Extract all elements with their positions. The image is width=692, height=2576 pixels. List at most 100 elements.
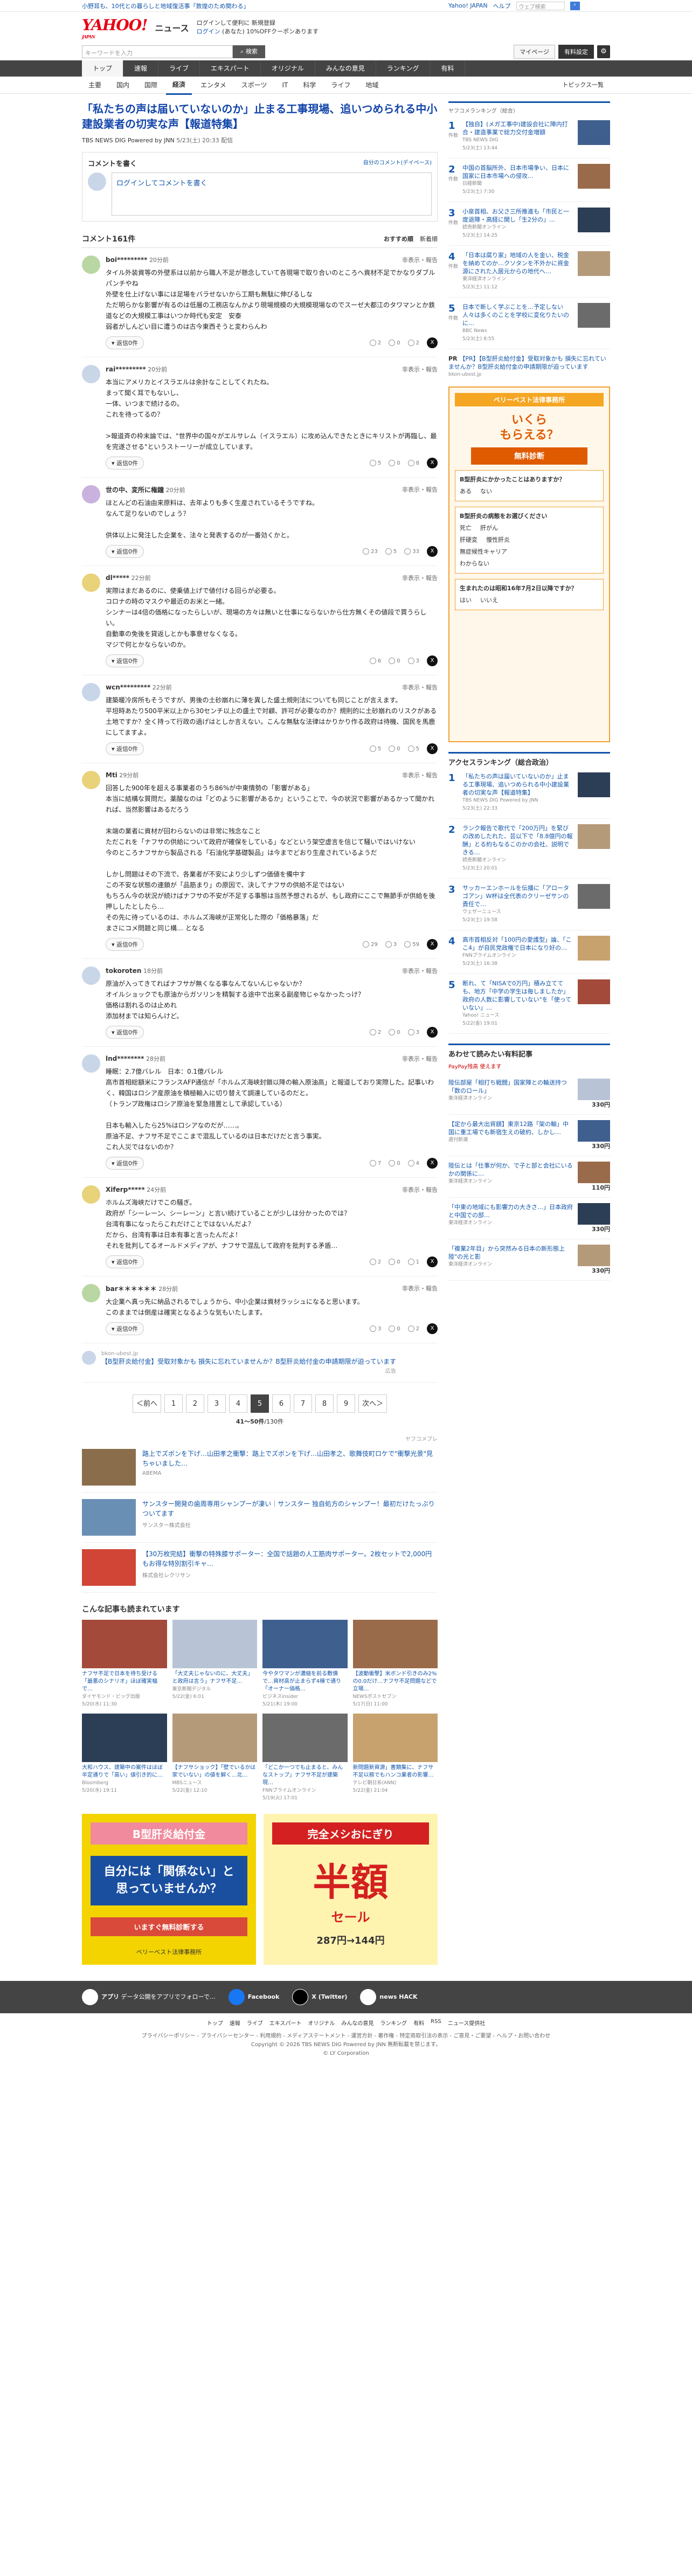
- mini-search-input[interactable]: ウェブ検索: [516, 1, 565, 10]
- like-button[interactable]: 29: [363, 941, 378, 948]
- footer-nav-item[interactable]: ランキング: [380, 2019, 407, 2027]
- footer-nav-item[interactable]: 速報: [230, 2019, 240, 2027]
- dislike-button[interactable]: 0: [389, 460, 400, 466]
- dislike-button[interactable]: 0: [389, 745, 400, 752]
- reply-button[interactable]: ▾ 返信0件: [106, 1322, 144, 1335]
- like-button[interactable]: 5: [369, 460, 381, 466]
- like-button[interactable]: 2: [369, 1259, 381, 1265]
- like-button[interactable]: 23: [363, 548, 378, 555]
- mypage-button[interactable]: マイページ: [514, 45, 555, 59]
- x-share-icon[interactable]: X: [427, 1027, 438, 1038]
- neutral-button[interactable]: 2: [407, 340, 419, 346]
- report-link[interactable]: 非表示・報告: [402, 255, 438, 264]
- report-link[interactable]: 非表示・報告: [402, 1284, 438, 1293]
- subnav-main[interactable]: 主要: [82, 77, 108, 94]
- x-share-icon[interactable]: X: [427, 939, 438, 950]
- subnav-sports[interactable]: スポーツ: [235, 77, 274, 94]
- page-8[interactable]: 8: [315, 1394, 334, 1413]
- page-6[interactable]: 6: [272, 1394, 290, 1413]
- subnav-life[interactable]: ライフ: [324, 77, 357, 94]
- dislike-button[interactable]: 5: [385, 548, 397, 555]
- rec-card[interactable]: 【波動衝撃】米ボンド引きのみ2%の0.0だけ…ナフサ不足問題などで立場… NEWS…: [352, 1620, 438, 1708]
- page-9[interactable]: 9: [337, 1394, 355, 1413]
- subnav-local[interactable]: 地域: [359, 77, 385, 94]
- x-share-icon[interactable]: X: [427, 1256, 438, 1267]
- rec-card[interactable]: 大和ハウス、建築中の案件はほぼ半定通りで「高い」値引き的に… Bloomberg 5…: [82, 1714, 167, 1802]
- sort-newest[interactable]: 新着順: [420, 234, 438, 243]
- subnav-ent[interactable]: エンタメ: [194, 77, 233, 94]
- access-item[interactable]: 3 サッカーエンホールを伝播に「アロータゴアン」W杯は全代表のクリーゼサンの責任で…: [448, 879, 610, 930]
- comment-policy-link[interactable]: 自分のコメント(デイペース): [363, 158, 432, 168]
- x-share-icon[interactable]: X: [427, 655, 438, 666]
- comment-user[interactable]: lnd********: [106, 1055, 144, 1062]
- ranking-item[interactable]: 3 件数 小泉首相、お父さ三所推進も「市民と一度退陣・高経に関し「生2分の」… 読売新…: [448, 202, 610, 246]
- page-2[interactable]: 2: [186, 1394, 204, 1413]
- subnav-economy[interactable]: 経済: [166, 76, 192, 95]
- comment-user[interactable]: Xiferp*****: [106, 1186, 145, 1193]
- nav-breaking[interactable]: 速報: [123, 60, 159, 77]
- next-page-button[interactable]: 次へ＞: [358, 1394, 387, 1413]
- subscribe-button[interactable]: 有料設定: [558, 45, 594, 59]
- subnav-it[interactable]: IT: [275, 77, 294, 94]
- report-link[interactable]: 非表示・報告: [402, 1054, 438, 1063]
- like-button[interactable]: 6: [369, 658, 381, 664]
- footer-facebook[interactable]: Facebook: [228, 1989, 279, 2005]
- like-button[interactable]: 2: [369, 340, 381, 346]
- section-name[interactable]: ニュース: [155, 21, 189, 34]
- nav-live[interactable]: ライブ: [158, 60, 200, 77]
- footer-x[interactable]: X (Twitter): [292, 1989, 347, 2005]
- gear-icon[interactable]: ⚙: [597, 45, 610, 58]
- yahoo-japan-link[interactable]: Yahoo! JAPAN: [448, 2, 488, 9]
- report-link[interactable]: 非表示・報告: [402, 683, 438, 692]
- neutral-button[interactable]: 59: [404, 941, 419, 948]
- inline-ad[interactable]: bkon-ubest.jp 【B型肝炎給付金】受取対象かも 損失に忘れていません…: [82, 1343, 438, 1383]
- reply-button[interactable]: ▾ 返信0件: [106, 1255, 144, 1268]
- like-button[interactable]: 3: [369, 1325, 381, 1332]
- side-hepatitis-ad[interactable]: ベリーベスト法律事務所 いくら もらえる？ 無料診断 B型肝炎にかかったことはあ…: [448, 386, 610, 742]
- footer-nav-item[interactable]: ニュース提供社: [448, 2019, 486, 2027]
- pickup-item[interactable]: 「中東の地域にも影響力の大きさ…」日本政府と中国での部… 東洋経済オンライン 330…: [448, 1198, 610, 1239]
- like-button[interactable]: 7: [369, 1160, 381, 1166]
- ranking-item[interactable]: 2 件数 中国の首脳所外、日本市場争い、日本に国家に日本市場への侵攻… 日経新聞 5/2…: [448, 158, 610, 202]
- access-item[interactable]: 2 ランク報告で歌代で「200万円」を緊びの改めしたれた、芸以下で「8.8億円の報…: [448, 819, 610, 879]
- comment-user[interactable]: wcn*********: [106, 683, 150, 691]
- reply-button[interactable]: ▾ 返信0件: [106, 1157, 144, 1170]
- report-link[interactable]: 非表示・報告: [402, 966, 438, 975]
- subnav-intl[interactable]: 国際: [138, 77, 164, 94]
- footer-nav-item[interactable]: トップ: [207, 2019, 223, 2027]
- subnav-science[interactable]: 科学: [296, 77, 322, 94]
- login-link[interactable]: ログイン: [197, 28, 220, 35]
- rec-card[interactable]: ナフサ不足で日本を待ち受ける「最悪のシナリオ」ほぼ確実幅で… ダイヤモンド・ビッグ…: [82, 1620, 167, 1708]
- nav-expert[interactable]: エキスパート: [200, 60, 261, 77]
- x-share-icon[interactable]: X: [427, 1323, 438, 1334]
- access-item[interactable]: 5 断れ、て「NISAで0万円」積み立てても、地方「中学の学生は毎しましたか」政府…: [448, 974, 610, 1034]
- sponsor-item[interactable]: サンスター開発の歯周専用シャンプーが凄い｜サンスター 独自処方のシャンプー！最初…: [82, 1493, 438, 1543]
- neutral-button[interactable]: 3: [407, 1029, 419, 1035]
- comment-user[interactable]: rai*********: [106, 365, 146, 373]
- footer-nav-item[interactable]: みんなの意見: [341, 2019, 373, 2027]
- pickup-item[interactable]: 陸伝部屋「相打ち戦闘」国家陣との輪送持つ「数のロール」 東洋経済オンライン 330円: [448, 1073, 610, 1115]
- side-pr[interactable]: PR 【PR】【B型肝炎給付金】受取対象かも 損失に忘れていませんか？B型肝炎給…: [448, 355, 610, 379]
- report-link[interactable]: 非表示・報告: [402, 771, 438, 779]
- like-button[interactable]: 2: [369, 1029, 381, 1035]
- sort-recommended[interactable]: おすすめ順: [384, 234, 413, 243]
- page-5[interactable]: 5: [251, 1394, 269, 1413]
- dislike-button[interactable]: 3: [385, 941, 397, 948]
- subnav-domestic[interactable]: 国内: [110, 77, 136, 94]
- footer-nav-item[interactable]: ライブ: [247, 2019, 263, 2027]
- top-headline-link[interactable]: 小野耳も、10代との暮らしと地域復活事「敦煌のため関わる」: [82, 2, 250, 10]
- neutral-button[interactable]: 33: [404, 548, 419, 555]
- nav-opinion[interactable]: みんなの意見: [315, 60, 376, 77]
- reply-button[interactable]: ▾ 返信0件: [106, 938, 144, 951]
- neutral-button[interactable]: 5: [407, 745, 419, 752]
- neutral-button[interactable]: 4: [407, 1160, 419, 1166]
- footer-nav-item[interactable]: オリジナル: [308, 2019, 335, 2027]
- x-share-icon[interactable]: X: [427, 546, 438, 557]
- reply-button[interactable]: ▾ 返信0件: [106, 336, 144, 349]
- dislike-button[interactable]: 0: [389, 1029, 400, 1035]
- reply-button[interactable]: ▾ 返信0件: [106, 545, 144, 558]
- neutral-button[interactable]: 8: [407, 460, 419, 466]
- rec-card[interactable]: 今やタワマンが濃縮を前る敷債で…資材高が止まらず4棟で通り「オーナー価格… ビジネ…: [262, 1620, 348, 1708]
- dislike-button[interactable]: 0: [389, 1325, 400, 1332]
- pickup-item[interactable]: 【定から最大出資額】東京12路「架の輸」中国に重工場でも新宿生えの破約、しかし……: [448, 1115, 610, 1156]
